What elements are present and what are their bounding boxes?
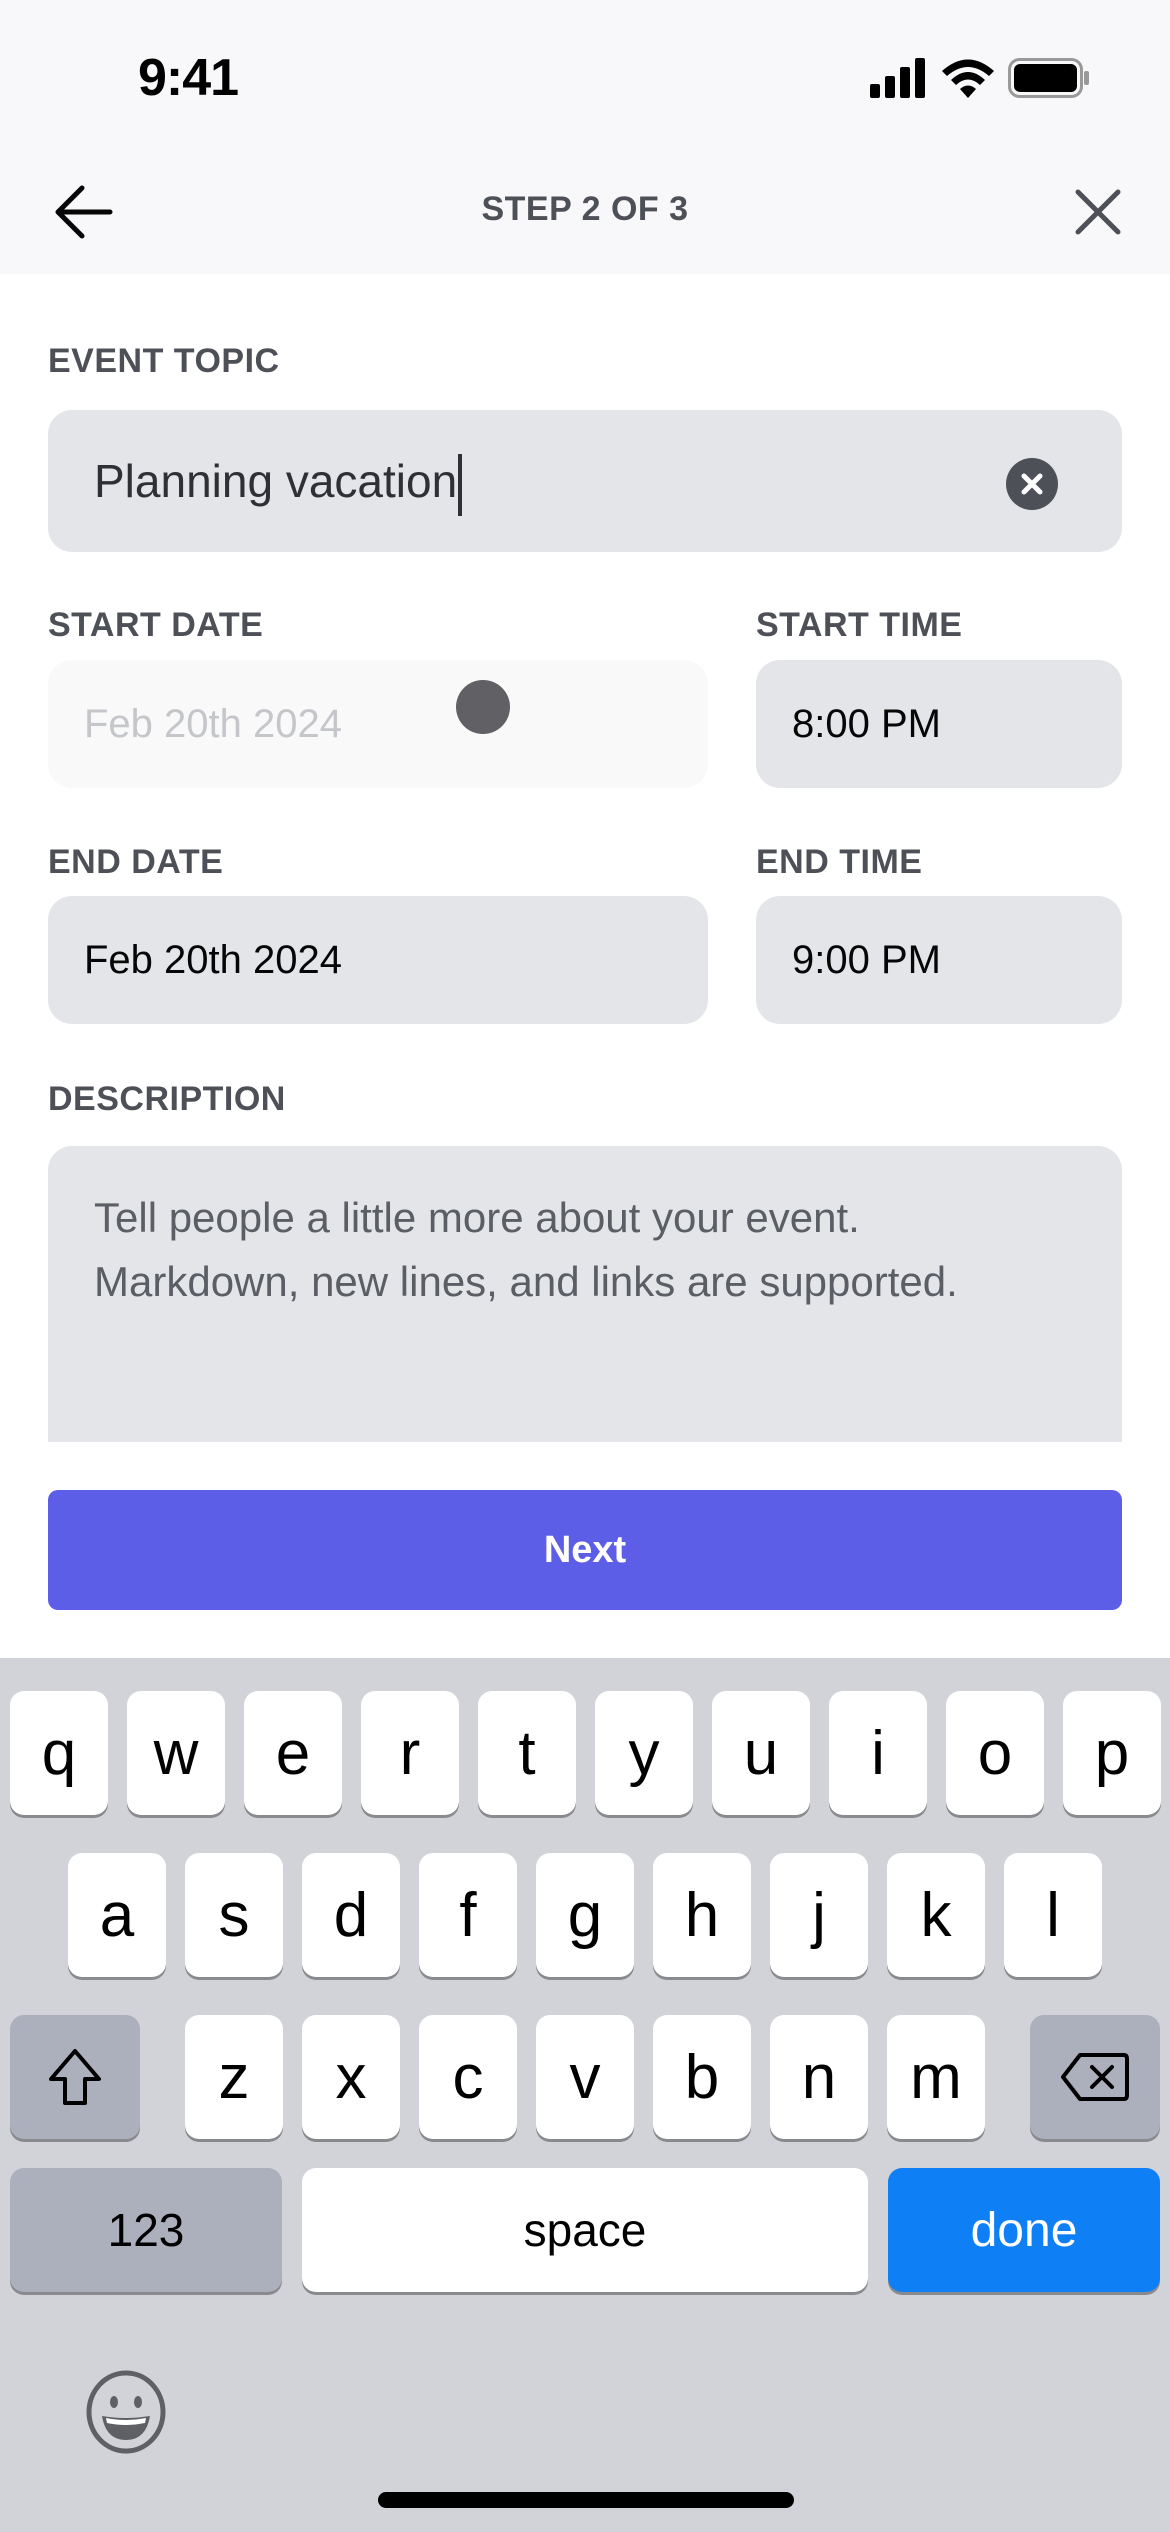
- key-n[interactable]: n: [770, 2015, 868, 2139]
- status-bar: 9:41: [0, 0, 1170, 150]
- key-z[interactable]: z: [185, 2015, 283, 2139]
- status-time: 9:41: [138, 49, 239, 107]
- wifi-icon: [942, 59, 994, 98]
- end-time-value: 9:00 PM: [792, 938, 941, 982]
- status-icons: [870, 58, 1090, 98]
- key-i[interactable]: i: [829, 1691, 927, 1815]
- emoji-icon[interactable]: [84, 2370, 168, 2454]
- numbers-key[interactable]: 123: [10, 2168, 282, 2292]
- key-r[interactable]: r: [361, 1691, 459, 1815]
- end-time-label: END TIME: [756, 843, 923, 881]
- event-topic-value: Planning vacation: [94, 454, 463, 516]
- key-o[interactable]: o: [946, 1691, 1044, 1815]
- key-j[interactable]: j: [770, 1853, 868, 1977]
- key-x[interactable]: x: [302, 2015, 400, 2139]
- key-e[interactable]: e: [244, 1691, 342, 1815]
- done-key[interactable]: done: [888, 2168, 1160, 2292]
- key-c[interactable]: c: [419, 2015, 517, 2139]
- description-label: DESCRIPTION: [48, 1080, 286, 1118]
- start-date-value: Feb 20th 2024: [84, 702, 342, 746]
- keyboard: q w e r t y u i o p a s d f g h j k l z x c v b n m 123 space done: [0, 1658, 1170, 2532]
- next-button[interactable]: Next: [48, 1490, 1122, 1610]
- key-f[interactable]: f: [419, 1853, 517, 1977]
- battery-icon: [1008, 58, 1089, 98]
- end-date-value: Feb 20th 2024: [84, 938, 342, 982]
- shift-icon: [49, 2049, 101, 2105]
- description-placeholder-line: Markdown, new lines, and links are suppo…: [94, 1258, 958, 1305]
- key-q[interactable]: q: [10, 1691, 108, 1815]
- start-date-field[interactable]: Feb 20th 2024: [48, 660, 708, 788]
- step-indicator: STEP 2 OF 3: [481, 190, 689, 228]
- key-y[interactable]: y: [595, 1691, 693, 1815]
- event-topic-text: Planning vacation: [94, 455, 458, 508]
- text-caret: [458, 454, 463, 516]
- key-a[interactable]: a: [68, 1853, 166, 1977]
- key-v[interactable]: v: [536, 2015, 634, 2139]
- nav-bar: STEP 2 OF 3: [0, 150, 1170, 274]
- description-placeholder: Tell people a little more about your eve…: [94, 1186, 958, 1314]
- key-p[interactable]: p: [1063, 1691, 1161, 1815]
- clear-topic-button[interactable]: [1006, 458, 1058, 510]
- end-date-label: END DATE: [48, 843, 224, 881]
- start-time-label: START TIME: [756, 606, 963, 644]
- backspace-icon: [1061, 2053, 1129, 2101]
- key-w[interactable]: w: [127, 1691, 225, 1815]
- key-k[interactable]: k: [887, 1853, 985, 1977]
- start-date-label: START DATE: [48, 606, 264, 644]
- key-m[interactable]: m: [887, 2015, 985, 2139]
- key-g[interactable]: g: [536, 1853, 634, 1977]
- close-button[interactable]: [1066, 180, 1130, 244]
- start-time-value: 8:00 PM: [792, 702, 941, 746]
- home-indicator: [378, 2492, 794, 2508]
- space-key[interactable]: space: [302, 2168, 868, 2292]
- key-t[interactable]: t: [478, 1691, 576, 1815]
- start-time-field[interactable]: 8:00 PM: [756, 660, 1122, 788]
- key-u[interactable]: u: [712, 1691, 810, 1815]
- description-placeholder-line: Tell people a little more about your eve…: [94, 1194, 860, 1241]
- key-b[interactable]: b: [653, 2015, 751, 2139]
- shift-key[interactable]: [10, 2015, 140, 2139]
- touch-indicator: [456, 680, 510, 734]
- end-time-field[interactable]: 9:00 PM: [756, 896, 1122, 1024]
- event-topic-label: EVENT TOPIC: [48, 342, 280, 380]
- key-s[interactable]: s: [185, 1853, 283, 1977]
- close-icon: [1075, 189, 1121, 235]
- delete-key[interactable]: [1030, 2015, 1160, 2139]
- key-d[interactable]: d: [302, 1853, 400, 1977]
- key-l[interactable]: l: [1004, 1853, 1102, 1977]
- cellular-signal-icon: [870, 58, 925, 98]
- event-topic-input[interactable]: Planning vacation: [48, 410, 1122, 552]
- clear-icon: [1021, 473, 1043, 495]
- end-date-field[interactable]: Feb 20th 2024: [48, 896, 708, 1024]
- key-h[interactable]: h: [653, 1853, 751, 1977]
- description-textarea[interactable]: Tell people a little more about your eve…: [48, 1146, 1122, 1442]
